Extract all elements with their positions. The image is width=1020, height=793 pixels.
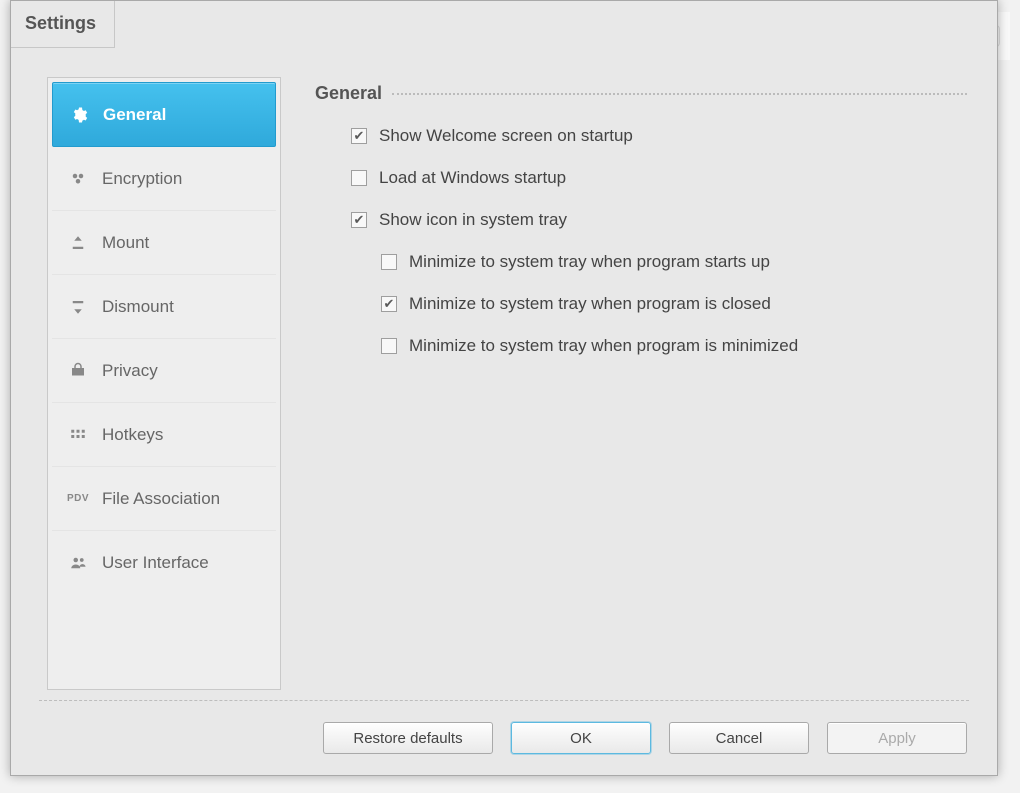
settings-options: Show Welcome screen on startup Load at Wi… [315,126,967,356]
sidebar-item-dismount[interactable]: Dismount [52,275,276,339]
option-row-3[interactable]: Minimize to system tray when program sta… [381,252,967,272]
user-interface-icon [68,553,88,573]
sidebar-item-label: Mount [102,233,149,253]
sidebar-item-label: Dismount [102,297,174,317]
checkbox[interactable] [381,296,397,312]
option-label: Load at Windows startup [379,168,566,188]
option-label: Show icon in system tray [379,210,567,230]
section-header: General [315,83,967,104]
sidebar-item-label: General [103,105,166,125]
sidebar-item-encryption[interactable]: Encryption [52,147,276,211]
checkbox[interactable] [381,338,397,354]
checkbox[interactable] [351,128,367,144]
sidebar-item-label: Privacy [102,361,158,381]
option-label: Show Welcome screen on startup [379,126,633,146]
dismount-icon [68,297,88,317]
checkbox[interactable] [351,212,367,228]
option-label: Minimize to system tray when program is … [409,336,798,356]
option-row-2[interactable]: Show icon in system tray [351,210,967,230]
gear-icon [69,105,89,125]
section-divider [392,93,967,95]
settings-dialog: Settings General Encryption Mount [10,0,998,776]
file-association-icon: PDV [68,489,88,509]
sidebar-item-label: File Association [102,489,220,509]
sidebar-item-general[interactable]: General [52,82,276,147]
option-label: Minimize to system tray when program is … [409,294,771,314]
checkbox[interactable] [381,254,397,270]
dialog-titlebar: Settings [11,1,997,47]
settings-content: General Show Welcome screen on startup Lo… [315,77,967,690]
option-row-0[interactable]: Show Welcome screen on startup [351,126,967,146]
sidebar-item-label: User Interface [102,553,209,573]
encryption-icon [68,169,88,189]
sidebar-item-hotkeys[interactable]: Hotkeys [52,403,276,467]
dialog-title: Settings [11,1,115,48]
cancel-button[interactable]: Cancel [669,722,809,754]
sidebar-item-label: Hotkeys [102,425,163,445]
option-row-4[interactable]: Minimize to system tray when program is … [381,294,967,314]
mount-icon [68,233,88,253]
sidebar-item-user-interface[interactable]: User Interface [52,531,276,594]
ok-button[interactable]: OK [511,722,651,754]
privacy-icon [68,361,88,381]
settings-sidebar: General Encryption Mount Dismount [47,77,281,690]
option-row-5[interactable]: Minimize to system tray when program is … [381,336,967,356]
option-row-1[interactable]: Load at Windows startup [351,168,967,188]
restore-defaults-button[interactable]: Restore defaults [323,722,493,754]
section-title: General [315,83,382,104]
checkbox[interactable] [351,170,367,186]
sidebar-item-privacy[interactable]: Privacy [52,339,276,403]
sidebar-item-mount[interactable]: Mount [52,211,276,275]
option-label: Minimize to system tray when program sta… [409,252,770,272]
sidebar-item-label: Encryption [102,169,182,189]
sidebar-item-file-association[interactable]: PDV File Association [52,467,276,531]
apply-button[interactable]: Apply [827,722,967,754]
dialog-footer: Restore defaults OK Cancel Apply [11,701,997,775]
hotkeys-icon [68,425,88,445]
